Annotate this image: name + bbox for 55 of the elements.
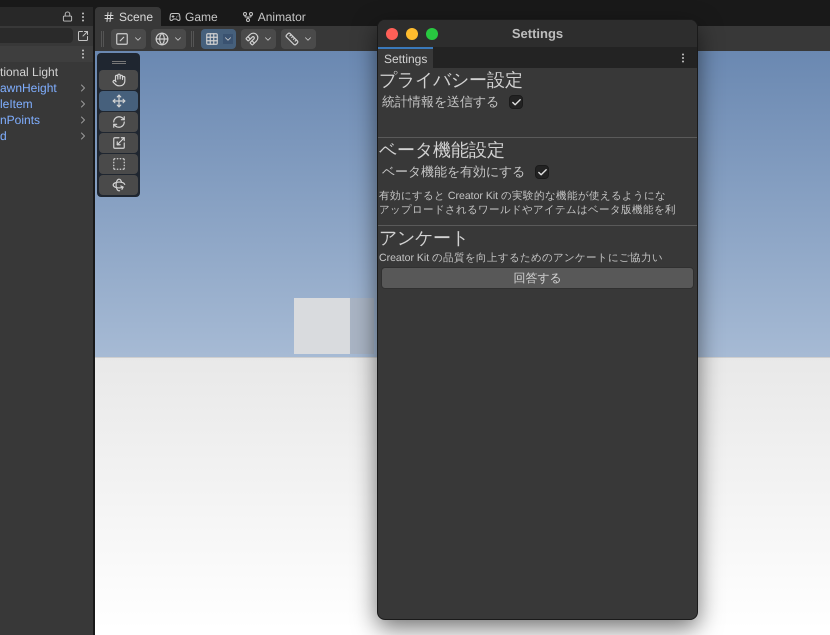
hierarchy-item[interactable]: tional Light — [0, 63, 58, 81]
tool-button[interactable] — [99, 175, 138, 195]
description-text: Creator Kit の品質を向上するためのアンケートにご協力い — [379, 251, 664, 265]
draw-mode-icon — [115, 32, 129, 46]
ruler-icon — [285, 32, 299, 46]
scene-tab[interactable]: Animator — [234, 7, 314, 26]
maximize-button[interactable] — [426, 28, 438, 40]
checkbox[interactable] — [509, 95, 523, 109]
checkbox[interactable] — [535, 165, 549, 179]
scene-tab[interactable]: Game — [161, 7, 226, 26]
scale-icon — [112, 136, 126, 150]
window-title: Settings — [512, 24, 564, 43]
toggle-label: ベータ機能を有効にする — [382, 163, 525, 182]
tool-button[interactable] — [99, 70, 138, 90]
section-heading: ベータ機能設定 — [378, 139, 506, 161]
hand-icon — [112, 73, 126, 87]
check-icon — [510, 96, 522, 108]
toggle-label: 統計情報を送信する — [382, 93, 499, 112]
move-icon — [112, 94, 126, 108]
close-button[interactable] — [386, 28, 398, 40]
fork-icon — [242, 10, 254, 22]
transform-icon — [112, 178, 126, 192]
hierarchy-item[interactable]: d — [0, 127, 7, 145]
check-icon — [536, 166, 548, 178]
rotate-icon — [112, 115, 126, 129]
tool-button[interactable] — [99, 112, 138, 132]
settings-tab[interactable]: Settings — [378, 47, 434, 68]
magnet-icon — [245, 32, 259, 46]
scene-tab[interactable]: Scene — [95, 7, 162, 26]
section-heading: プライバシー設定 — [378, 69, 524, 91]
globe-icon — [155, 32, 169, 46]
lock-icon[interactable] — [62, 11, 73, 22]
popout-icon[interactable] — [77, 30, 89, 42]
toolbar-toggle[interactable] — [201, 28, 236, 48]
hierarchy-item[interactable]: nPoints — [0, 111, 40, 129]
toolbar-toggle[interactable] — [281, 28, 316, 48]
toolbar-toggle[interactable] — [111, 28, 146, 48]
minimize-button[interactable] — [406, 28, 418, 40]
section-heading: アンケート — [378, 227, 470, 249]
description-text: アップロードされるワールドやアイテムはベータ版機能を利 — [379, 203, 677, 217]
hash-icon — [103, 10, 115, 22]
description-text: 有効にすると Creator Kit の実験的な機能が使えるようにな — [379, 189, 668, 203]
answer-button[interactable]: 回答する — [381, 267, 694, 289]
tool-button[interactable] — [99, 154, 138, 174]
gamepad-icon — [169, 10, 182, 22]
tool-button[interactable] — [99, 133, 138, 153]
grid-icon — [205, 32, 219, 46]
toolbar-toggle[interactable] — [151, 28, 186, 48]
drag-handle-icon[interactable] — [112, 60, 126, 64]
dropdown-caret-icon[interactable] — [223, 34, 233, 44]
tool-button[interactable] — [99, 91, 138, 111]
hierarchy-item[interactable]: awnHeight — [0, 79, 57, 97]
rect-icon — [112, 157, 126, 171]
toolbar-toggle[interactable] — [241, 28, 276, 48]
hierarchy-item[interactable]: leItem — [0, 95, 33, 113]
